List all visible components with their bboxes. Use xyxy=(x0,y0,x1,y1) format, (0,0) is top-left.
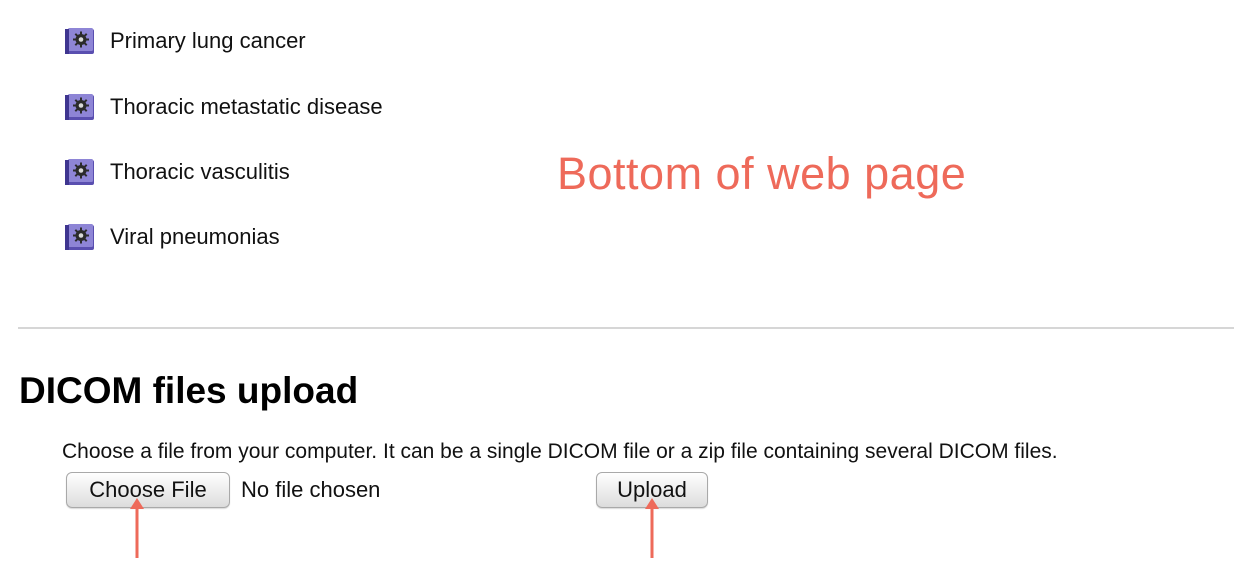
upload-instructions: Choose a file from your computer. It can… xyxy=(62,440,1058,463)
topic-label[interactable]: Primary lung cancer xyxy=(110,28,306,54)
topic-label[interactable]: Thoracic vasculitis xyxy=(110,159,290,185)
book-gear-icon xyxy=(65,94,94,120)
topic-item-viral-pneumonias[interactable]: Viral pneumonias xyxy=(64,220,280,254)
page: Primary lung cancer Thoracic metastatic … xyxy=(0,0,1234,564)
annotation-bottom-of-page: Bottom of web page xyxy=(557,148,967,199)
book-gear-icon xyxy=(65,224,94,250)
topic-item-thoracic-metastatic-disease[interactable]: Thoracic metastatic disease xyxy=(64,90,383,124)
book-gear-icon xyxy=(65,28,94,54)
arrow-up-icon xyxy=(645,498,659,558)
topic-label[interactable]: Thoracic metastatic disease xyxy=(110,94,383,120)
arrow-up-icon xyxy=(130,498,144,558)
topic-item-primary-lung-cancer[interactable]: Primary lung cancer xyxy=(64,24,306,58)
topic-item-thoracic-vasculitis[interactable]: Thoracic vasculitis xyxy=(64,155,290,189)
topic-label[interactable]: Viral pneumonias xyxy=(110,224,280,250)
book-gear-icon xyxy=(65,159,94,185)
choose-file-button[interactable]: Choose File xyxy=(66,472,230,508)
divider xyxy=(18,327,1234,329)
section-title: DICOM files upload xyxy=(19,370,359,411)
file-status-text: No file chosen xyxy=(241,477,381,502)
